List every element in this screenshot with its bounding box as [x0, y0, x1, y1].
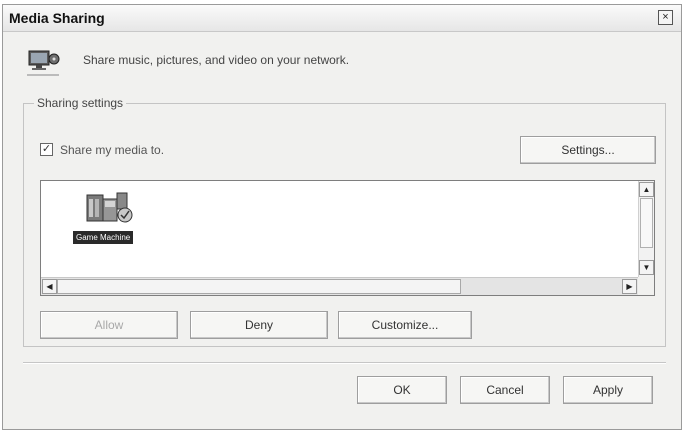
share-media-label: Share my media to. [60, 143, 165, 157]
window-title: Media Sharing [9, 10, 105, 26]
customize-button[interactable]: Customize... [338, 311, 472, 339]
vertical-scrollbar[interactable]: ▲ ▼ [638, 181, 654, 277]
scroll-right-icon[interactable]: ▶ [622, 279, 637, 294]
close-button[interactable]: × [658, 10, 673, 25]
separator [23, 362, 666, 364]
scroll-down-icon[interactable]: ▼ [639, 260, 654, 275]
media-device-icon [86, 192, 133, 223]
vertical-scroll-thumb[interactable] [640, 198, 653, 248]
settings-button[interactable]: Settings... [520, 136, 656, 164]
title-bar: Media Sharing × [3, 5, 681, 32]
media-sharing-dialog: Media Sharing × Share music, pictures, a… [2, 4, 682, 430]
group-label: Sharing settings [34, 96, 127, 110]
scroll-left-icon[interactable]: ◀ [42, 279, 57, 294]
allow-button[interactable]: Allow [40, 311, 178, 339]
share-media-checkbox[interactable]: ✓ [40, 143, 53, 156]
scroll-up-icon[interactable]: ▲ [639, 182, 654, 197]
intro-text: Share music, pictures, and video on your… [83, 53, 350, 67]
ok-button[interactable]: OK [357, 376, 447, 404]
scrollbar-corner [638, 277, 654, 295]
horizontal-scrollbar[interactable]: ◀ ▶ [41, 277, 638, 295]
media-sharing-icon [23, 45, 63, 81]
cancel-button[interactable]: Cancel [460, 376, 550, 404]
device-label: Game Machine [73, 231, 134, 244]
deny-button[interactable]: Deny [190, 311, 328, 339]
horizontal-scroll-thumb[interactable] [57, 279, 461, 294]
apply-button[interactable]: Apply [563, 376, 653, 404]
device-list: Game Machine ▲ ▼ ◀ ▶ [40, 180, 655, 296]
sharing-settings-group: Sharing settings ✓ Share my media to. Se… [23, 96, 666, 347]
device-item[interactable]: Game Machine [73, 189, 163, 249]
